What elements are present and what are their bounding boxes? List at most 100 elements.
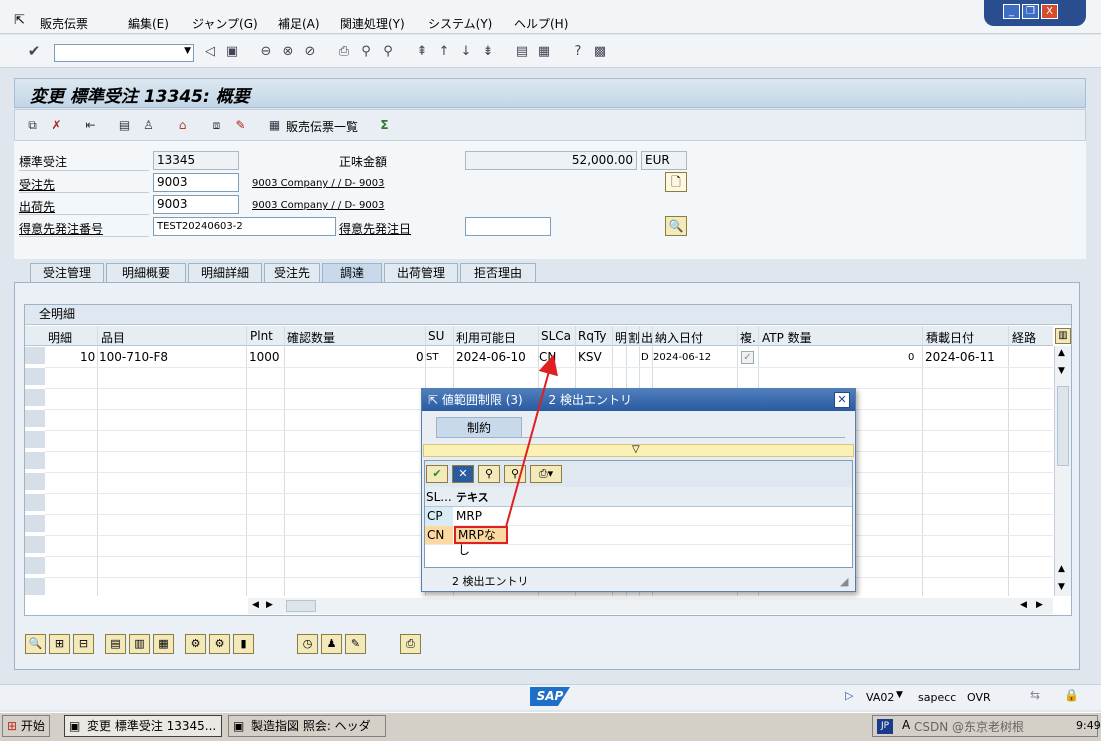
configure-icon[interactable]: ⚙ bbox=[185, 634, 206, 654]
col-plant[interactable]: Plnt bbox=[250, 329, 273, 343]
delete-icon[interactable]: ✗ bbox=[48, 117, 65, 134]
menu-doc-icon[interactable]: ⇱ bbox=[14, 13, 25, 28]
menu-extras[interactable]: 補足(A) bbox=[278, 15, 320, 32]
col-material[interactable]: 品目 bbox=[101, 329, 125, 346]
previous-page-icon[interactable]: ↑ bbox=[436, 44, 452, 60]
document-list-icon[interactable]: ▦ bbox=[266, 117, 283, 134]
col-confirmed-qty[interactable]: 確認数量 bbox=[287, 329, 335, 346]
close-window-button[interactable]: X bbox=[1041, 4, 1058, 19]
scroll-down-icon[interactable]: ▼ bbox=[1058, 366, 1065, 376]
ship-to-label[interactable]: 出荷先 bbox=[19, 198, 55, 215]
exit-icon[interactable]: ⊗ bbox=[280, 44, 296, 60]
menu-environment[interactable]: 関連処理(Y) bbox=[340, 15, 405, 32]
settings-icon[interactable]: ⚙ bbox=[209, 634, 230, 654]
tab-procurement[interactable]: 調達 bbox=[322, 263, 382, 283]
partner-icon[interactable]: ♙ bbox=[140, 117, 157, 134]
cell-rqty[interactable]: KSV bbox=[578, 350, 602, 364]
document-flow-icon[interactable]: ⧈ bbox=[208, 117, 225, 134]
tab-ordering-party[interactable]: 受注先 bbox=[264, 263, 320, 283]
print-icon[interactable]: ⎙ bbox=[336, 44, 352, 60]
taskbar-item-sales-order[interactable]: ▣ 変更 標準受注 13345... bbox=[64, 715, 222, 737]
start-button[interactable]: ⊞ 开始 bbox=[2, 715, 50, 737]
scroll-up-icon[interactable]: ▲ bbox=[1058, 564, 1065, 574]
table-settings-icon[interactable]: ▥ bbox=[1055, 328, 1071, 344]
next-page-icon[interactable]: ↓ bbox=[458, 44, 474, 60]
entry-text[interactable]: MRP bbox=[454, 507, 482, 525]
row-selector[interactable] bbox=[25, 347, 45, 365]
printer-icon[interactable]: ⎙ bbox=[400, 634, 421, 654]
find-next-icon[interactable]: ⚲ bbox=[504, 465, 526, 483]
col-atp-qty[interactable]: ATP 数量 bbox=[762, 329, 812, 346]
sold-to-field[interactable]: 9003 bbox=[153, 173, 239, 192]
col-loading-date[interactable]: 積載日付 bbox=[926, 329, 974, 346]
row-selector[interactable] bbox=[25, 536, 45, 554]
select-block-icon[interactable]: ▥ bbox=[129, 634, 150, 654]
save-icon[interactable]: ▣ bbox=[224, 44, 240, 60]
print-menu-icon[interactable]: ⎙▾ bbox=[530, 465, 562, 483]
ime-icon[interactable]: A bbox=[902, 718, 910, 732]
restore-button[interactable]: ❐ bbox=[1022, 4, 1039, 19]
entry-key[interactable]: CN bbox=[425, 526, 453, 544]
tab-sales[interactable]: 受注管理 bbox=[30, 263, 104, 283]
find-icon[interactable]: ⚲ bbox=[478, 465, 500, 483]
lock-icon[interactable]: 🔒 bbox=[1064, 688, 1079, 702]
col-slca[interactable]: SLCa bbox=[541, 329, 571, 343]
col-copy[interactable]: 複. bbox=[740, 329, 756, 346]
row-selector[interactable] bbox=[25, 494, 45, 512]
last-page-icon[interactable]: ⇟ bbox=[480, 44, 496, 60]
header-icon[interactable]: ⇤ bbox=[82, 117, 99, 134]
copy-checkbox[interactable]: ✓ bbox=[741, 351, 754, 364]
col-text[interactable]: テキス bbox=[456, 489, 489, 505]
sold-to-label[interactable]: 受注先 bbox=[19, 176, 55, 193]
ship-to-description[interactable]: 9003 Company / / D- 9003 bbox=[252, 200, 384, 211]
cell-plant[interactable]: 1000 bbox=[249, 350, 280, 364]
chart-icon[interactable]: ▮ bbox=[233, 634, 254, 654]
scroll-left-icon[interactable]: ◀ bbox=[252, 600, 259, 610]
find-next-icon[interactable]: ⚲ bbox=[380, 44, 396, 60]
partner-icon[interactable]: ♟ bbox=[321, 634, 342, 654]
po-date-field[interactable] bbox=[465, 217, 551, 236]
scroll-down-icon[interactable]: ▼ bbox=[1058, 582, 1065, 592]
find-icon[interactable]: ⚲ bbox=[358, 44, 374, 60]
zoom-icon[interactable]: 🔍 bbox=[25, 634, 46, 654]
po-date-label[interactable]: 得意先発注日 bbox=[339, 220, 411, 237]
cell-su[interactable]: ST bbox=[426, 352, 438, 363]
back-icon[interactable]: ⊖ bbox=[258, 44, 274, 60]
po-number-label[interactable]: 得意先発注番号 bbox=[19, 220, 103, 237]
col-item[interactable]: 明細 bbox=[48, 329, 72, 346]
layout-menu-icon[interactable]: ▩ bbox=[592, 44, 608, 60]
delete-row-icon[interactable]: ⊟ bbox=[73, 634, 94, 654]
resize-grip-icon[interactable]: ◢ bbox=[840, 575, 848, 588]
po-number-field[interactable]: TEST20240603-2 bbox=[153, 217, 336, 236]
scroll-up-icon[interactable]: ▲ bbox=[1058, 348, 1065, 358]
language-indicator[interactable]: JP bbox=[877, 719, 893, 734]
schedule-icon[interactable]: ◷ bbox=[297, 634, 318, 654]
chevron-down-icon[interactable]: ▽ bbox=[632, 444, 640, 455]
chevron-down-icon[interactable]: ▼ bbox=[896, 690, 903, 700]
select-all-icon[interactable]: ▤ bbox=[105, 634, 126, 654]
menu-system[interactable]: システム(Y) bbox=[428, 15, 492, 32]
row-selector[interactable] bbox=[25, 410, 45, 428]
scroll-thumb[interactable] bbox=[1057, 386, 1069, 466]
confirm-icon[interactable]: ✔ bbox=[426, 465, 448, 483]
new-session-icon[interactable]: ▤ bbox=[514, 44, 530, 60]
col-avail-date[interactable]: 利用可能日 bbox=[456, 329, 516, 346]
ship-to-field[interactable]: 9003 bbox=[153, 195, 239, 214]
col-route[interactable]: 経路 bbox=[1012, 329, 1036, 346]
sold-to-description[interactable]: 9003 Company / / D- 9003 bbox=[252, 178, 384, 189]
document-list-button[interactable]: 販売伝票一覧 bbox=[286, 118, 358, 135]
home-icon[interactable]: ⌂ bbox=[174, 117, 191, 134]
col-rqty[interactable]: RqTy bbox=[578, 329, 607, 343]
back-triangle-icon[interactable]: ◁ bbox=[202, 44, 218, 60]
row-selector[interactable] bbox=[25, 452, 45, 470]
row-selector[interactable] bbox=[25, 368, 45, 386]
row-selector[interactable] bbox=[25, 515, 45, 533]
entry-text-highlighted[interactable]: MRPなし bbox=[454, 526, 508, 557]
edit-icon[interactable]: ✎ bbox=[345, 634, 366, 654]
list-item[interactable] bbox=[425, 507, 852, 526]
row-selector[interactable] bbox=[25, 473, 45, 491]
chevron-down-icon[interactable]: ▼ bbox=[184, 46, 191, 56]
row-selector[interactable] bbox=[25, 578, 45, 596]
scroll-thumb[interactable] bbox=[286, 600, 316, 612]
menu-edit[interactable]: 編集(E) bbox=[128, 15, 169, 32]
